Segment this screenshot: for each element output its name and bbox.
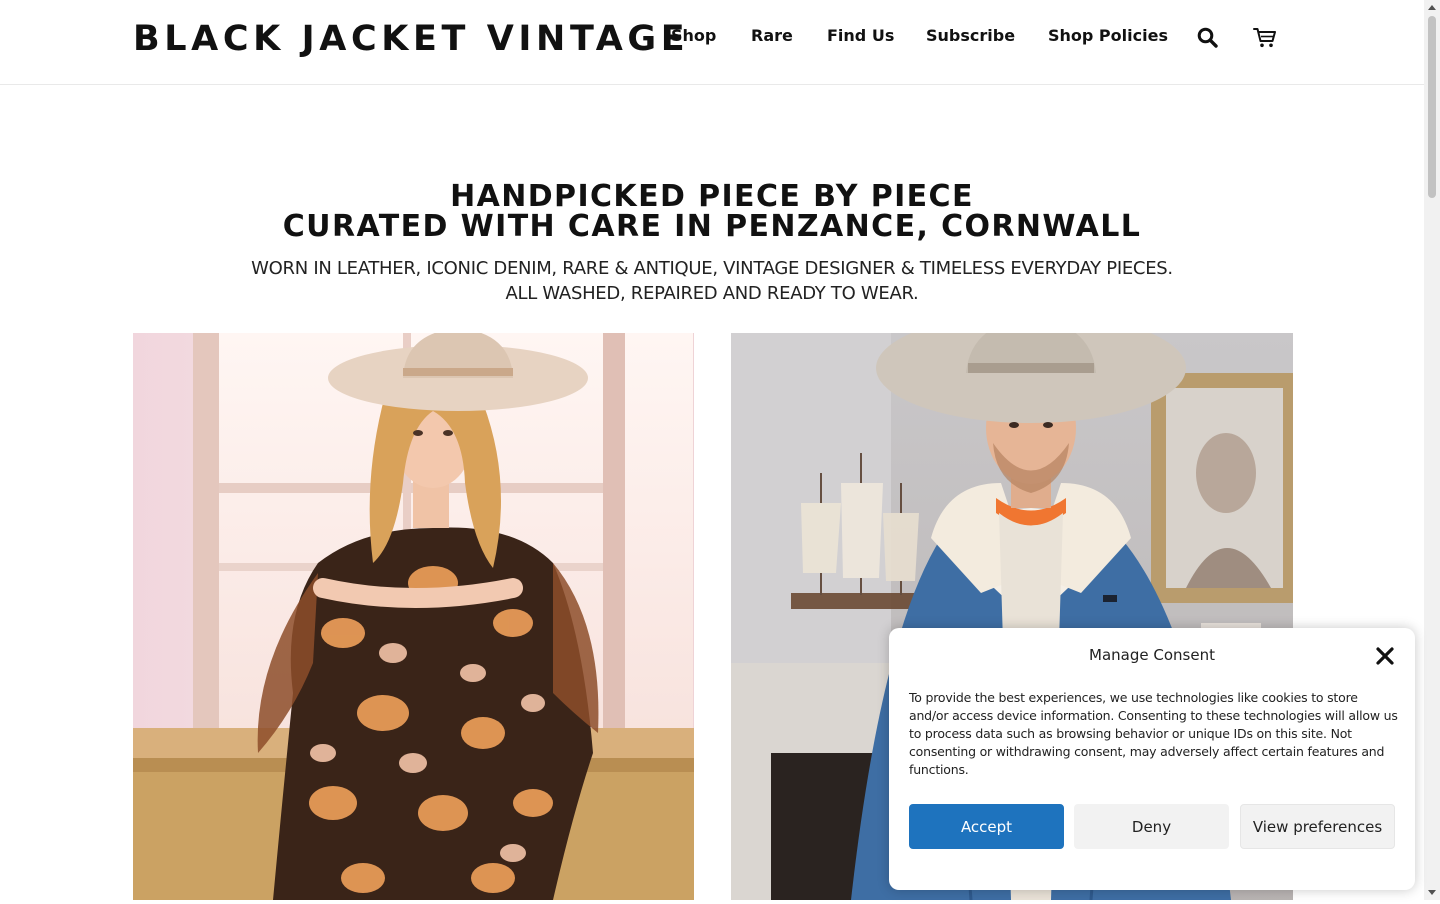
site-header: BLACK JACKET VINTAGE Shop Rare Find Us S…	[0, 0, 1424, 85]
hero-title-line-1: HANDPICKED PIECE BY PIECE	[450, 179, 974, 214]
cart-icon[interactable]	[1253, 27, 1277, 52]
scroll-down-arrow-icon[interactable]	[1424, 884, 1440, 900]
site-logo[interactable]: BLACK JACKET VINTAGE	[133, 19, 689, 59]
search-icon[interactable]	[1197, 27, 1218, 52]
nav-item-rare[interactable]: Rare	[751, 26, 793, 46]
close-icon[interactable]	[1375, 646, 1395, 666]
view-preferences-button[interactable]: View preferences	[1240, 804, 1395, 849]
nav-item-subscribe[interactable]: Subscribe	[926, 26, 1015, 46]
woman-floral-dress-photo[interactable]	[133, 333, 694, 900]
cookie-consent-dialog: Manage Consent To provide the best exper…	[889, 628, 1415, 890]
consent-message: To provide the best experiences, we use …	[909, 690, 1398, 777]
scrollbar-thumb[interactable]	[1428, 16, 1436, 198]
hero-title-line-2: CURATED WITH CARE IN PENZANCE, CORNWALL	[282, 209, 1142, 244]
deny-button[interactable]: Deny	[1074, 804, 1229, 849]
hero-subtitle-line-1: WORN IN LEATHER, ICONIC DENIM, RARE & AN…	[251, 258, 1173, 279]
scroll-up-arrow-icon[interactable]	[1424, 0, 1440, 16]
nav-item-shop-policies[interactable]: Shop Policies	[1048, 26, 1168, 46]
hero-subtitle-line-2: ALL WASHED, REPAIRED AND READY TO WEAR.	[505, 283, 919, 304]
accept-button[interactable]: Accept	[909, 804, 1064, 849]
page-scrollbar[interactable]	[1424, 0, 1440, 900]
nav-item-find-us[interactable]: Find Us	[827, 26, 894, 46]
consent-title: Manage Consent	[1089, 646, 1215, 664]
nav-item-shop[interactable]: Shop	[671, 26, 716, 46]
